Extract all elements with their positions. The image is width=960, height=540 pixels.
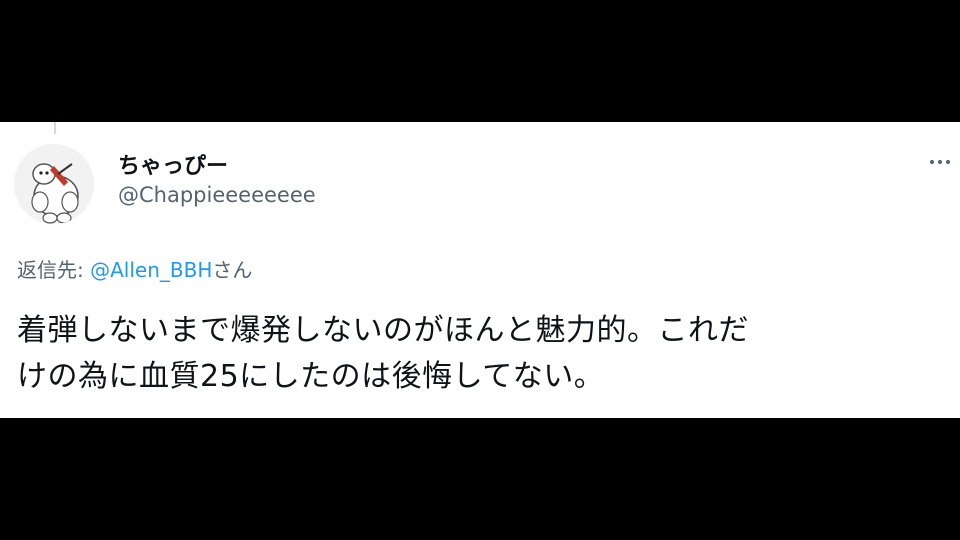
user-handle[interactable]: @Chappieeeeeeee — [118, 183, 316, 207]
more-horizontal-icon — [930, 160, 934, 164]
avatar[interactable] — [14, 144, 94, 224]
tweet-text-line: 着弾しないまで爆発しないのがほんと魅力的。これだ — [17, 313, 749, 348]
reply-prefix: 返信先: — [17, 258, 91, 282]
reply-context: 返信先: @Allen_BBHさん — [17, 254, 252, 283]
tweet-text-line: けの為に血質25にしたのは後悔してない。 — [17, 359, 605, 394]
reply-suffix: さん — [212, 258, 253, 282]
video-frame: ちゃっぴー @Chappieeeeeeee 返信先: @Allen_BBHさん … — [0, 0, 960, 540]
more-horizontal-icon — [946, 160, 950, 164]
more-horizontal-icon — [938, 160, 942, 164]
more-options-button[interactable] — [930, 150, 960, 174]
tweet-card: ちゃっぴー @Chappieeeeeeee 返信先: @Allen_BBHさん … — [0, 122, 960, 418]
reply-mention-link[interactable]: @Allen_BBH — [90, 258, 212, 282]
avatar-illustration — [14, 144, 94, 224]
display-name[interactable]: ちゃっぴー — [118, 148, 228, 180]
thread-connector-line — [54, 122, 56, 134]
tweet-text: 着弾しないまで爆発しないのがほんと魅力的。これだ けの為に血質25にしたのは後悔… — [17, 308, 947, 400]
